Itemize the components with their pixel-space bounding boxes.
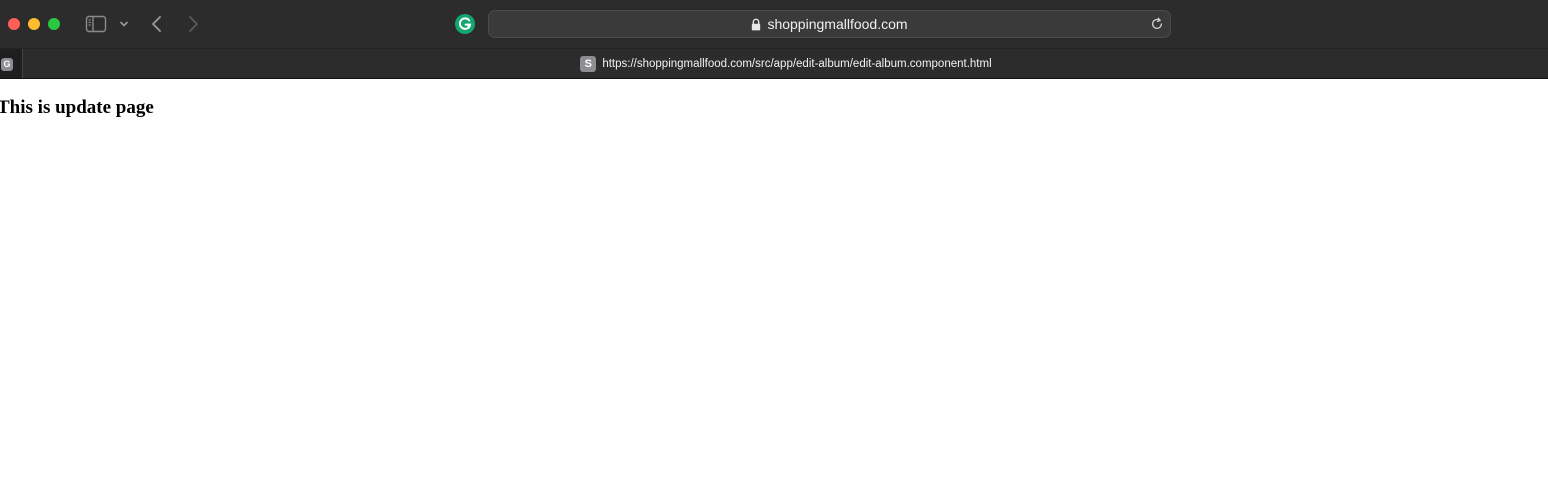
page-heading: This is update page <box>0 97 154 118</box>
pinned-tab-favicon: G <box>1 58 13 71</box>
grammarly-icon[interactable] <box>455 14 475 34</box>
back-arrow-icon[interactable] <box>148 14 166 34</box>
active-tab[interactable]: S https://shoppingmallfood.com/src/app/e… <box>24 49 1548 79</box>
sidebar-icon[interactable] <box>85 14 107 34</box>
window-minimize-button[interactable] <box>28 18 40 30</box>
address-bar-content: shoppingmallfood.com <box>489 11 1170 37</box>
tab-bar: G S https://shoppingmallfood.com/src/app… <box>0 48 1548 79</box>
address-bar[interactable]: shoppingmallfood.com <box>488 10 1171 38</box>
lock-icon <box>752 18 761 30</box>
window-close-button[interactable] <box>8 18 20 30</box>
tab-title: https://shoppingmallfood.com/src/app/edi… <box>602 58 992 70</box>
chevron-down-icon[interactable] <box>118 18 130 30</box>
browser-toolbar: shoppingmallfood.com <box>0 0 1548 48</box>
address-text[interactable]: shoppingmallfood.com <box>767 11 907 37</box>
pinned-tab[interactable]: G <box>0 49 23 79</box>
tab-favicon: S <box>580 56 597 72</box>
forward-arrow-icon[interactable] <box>184 14 202 34</box>
reload-icon[interactable] <box>1150 17 1164 31</box>
window-maximize-button[interactable] <box>48 18 60 30</box>
page-content: This is update page <box>0 79 1548 483</box>
